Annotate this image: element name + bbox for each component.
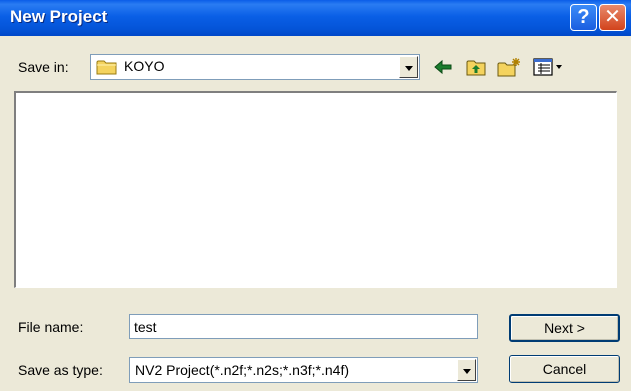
folder-icon	[96, 60, 117, 75]
back-arrow-icon[interactable]	[432, 56, 454, 78]
file-name-input[interactable]	[129, 314, 478, 339]
close-button[interactable]: ✕	[599, 4, 626, 31]
save-in-dropdown-button[interactable]	[399, 56, 418, 78]
next-button[interactable]: Next >	[509, 314, 620, 342]
save-in-value: KOYO	[124, 58, 165, 74]
save-in-dropdown[interactable]: KOYO	[90, 54, 420, 80]
help-button[interactable]: ?	[570, 4, 597, 31]
view-menu-icon[interactable]	[532, 56, 566, 78]
file-name-label: File name:	[18, 319, 84, 335]
new-folder-icon[interactable]	[496, 56, 522, 78]
close-icon: ✕	[604, 6, 621, 28]
title-bar[interactable]: New Project ? ✕	[0, 0, 631, 36]
save-as-type-dropdown-button[interactable]	[457, 359, 476, 381]
file-list[interactable]	[14, 91, 617, 288]
save-as-type-label: Save as type:	[18, 362, 103, 378]
save-as-type-value: NV2 Project(*.n2f;*.n2s;*.n3f;*.n4f)	[135, 362, 349, 378]
save-in-label: Save in:	[18, 59, 69, 75]
up-folder-icon[interactable]	[465, 56, 487, 78]
cancel-button[interactable]: Cancel	[509, 355, 620, 383]
help-icon: ?	[577, 6, 590, 28]
save-as-type-dropdown[interactable]: NV2 Project(*.n2f;*.n2s;*.n3f;*.n4f)	[129, 357, 478, 383]
window-title: New Project	[10, 7, 108, 26]
new-project-dialog: New Project ? ✕ Save in: KOYO File name:	[0, 0, 631, 391]
